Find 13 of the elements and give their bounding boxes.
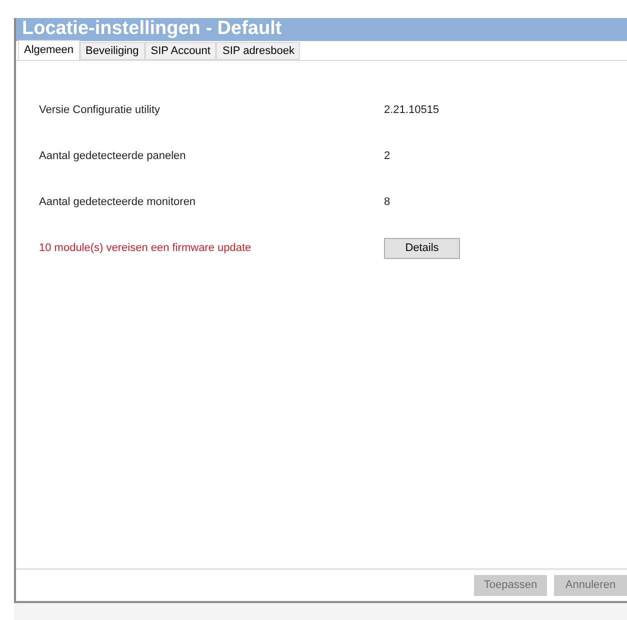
tab[interactable]: Beveiliging	[80, 42, 145, 60]
tab[interactable]: SIP adresboek	[216, 42, 300, 60]
field-value: 2.21.10515	[384, 102, 440, 118]
field-value: 8	[384, 194, 390, 210]
field-label: Aantal gedetecteerde monitoren	[39, 194, 197, 210]
field-label: Aantal gedetecteerde panelen	[39, 148, 187, 164]
field-value: 2	[384, 148, 390, 164]
window-title: Locatie-instellingen - Default	[16, 18, 627, 41]
warning-message: 10 module(s) vereisen een firmware update	[39, 240, 252, 256]
tab[interactable]: Algemeen	[18, 40, 80, 60]
details-button[interactable]: Details	[384, 238, 460, 258]
tab[interactable]: SIP Account	[144, 42, 216, 60]
field-label: Versie Configuratie utility	[39, 102, 162, 118]
